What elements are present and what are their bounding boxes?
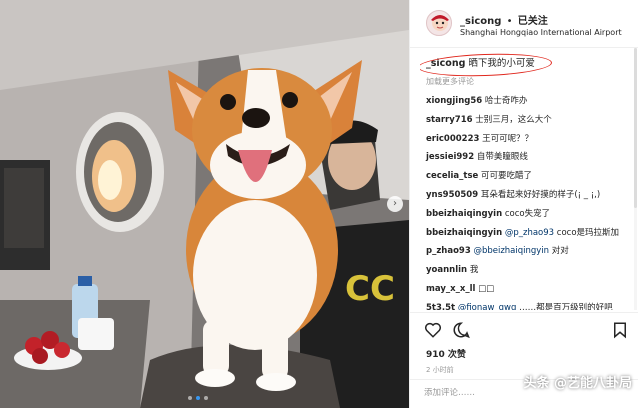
post-location[interactable]: Shanghai Hongqiao International Airport	[460, 28, 622, 37]
comment-text: □□	[478, 283, 495, 294]
post-username[interactable]: _sicong	[460, 16, 501, 27]
separator-dot: •	[506, 16, 513, 27]
comment-row: yns950509 耳朵看起来好好摸的样子(¡ _ ¡,)	[420, 186, 632, 205]
comment-row: may_x_x_ll □□	[420, 280, 632, 299]
comment-text: 士别三月，这么大个	[475, 114, 552, 125]
comment-text: 自带美瞳眼线	[476, 152, 528, 163]
comment-text: coco失宠了	[504, 208, 551, 219]
heart-icon[interactable]	[424, 321, 442, 339]
comment-row: bbeizhaiqingyin coco失宠了	[420, 205, 632, 224]
likes-count[interactable]: 910 次赞	[426, 347, 466, 360]
comment-row: cecelia_tse 可可要吃醋了	[420, 167, 632, 186]
comment-username[interactable]: may_x_x_ll	[426, 284, 475, 294]
comment-row: 5t3.5t @fionaw_qwq ……都是百万级别的好吧	[420, 299, 632, 310]
comment-mention[interactable]: @fionaw_qwq	[458, 303, 517, 310]
comment-username[interactable]: yns950509	[426, 190, 478, 200]
carousel-dots	[188, 396, 208, 400]
comment-text: 王可可呢？？	[482, 133, 534, 144]
comment-mention[interactable]: @bbeizhaiqingyin	[473, 246, 549, 256]
comment-username[interactable]: bbeizhaiqingyin	[426, 228, 502, 238]
post-actions: 910 次赞 2 小时前	[410, 312, 638, 408]
post-header: _sicong • 已关注 Shanghai Hongqiao Internat…	[410, 0, 638, 48]
comment-text: 我	[469, 265, 479, 276]
bookmark-icon[interactable]	[611, 321, 629, 339]
comment-username[interactable]: yoannlin	[426, 265, 467, 275]
comment-text: ……都是百万级别的好吧	[519, 302, 613, 310]
comment-icon[interactable]	[452, 321, 470, 339]
comment-username[interactable]: p_zhao93	[426, 246, 471, 256]
comment-row: eric000223 王可可呢？？	[420, 130, 632, 149]
comment-mention[interactable]: @p_zhao93	[505, 228, 554, 238]
post-caption: _sicong 晒下我的小可爱	[420, 52, 632, 79]
comment-username[interactable]: 5t3.5t	[426, 303, 455, 310]
comment-text: coco是玛拉斯加	[556, 227, 620, 238]
add-comment-input[interactable]	[424, 388, 504, 398]
comment-username[interactable]: starry716	[426, 115, 473, 125]
post-side-panel: _sicong • 已关注 Shanghai Hongqiao Internat…	[409, 0, 638, 408]
post-photo: CC ›	[0, 0, 409, 408]
avatar[interactable]	[426, 10, 452, 36]
comment-username[interactable]: cecelia_tse	[426, 171, 478, 181]
comment-row: bbeizhaiqingyin @p_zhao93 coco是玛拉斯加	[420, 224, 632, 243]
comment-text: 哈士奇咋办	[484, 96, 528, 106]
comment-username[interactable]: jessiei992	[426, 152, 474, 162]
comments-list: _sicong 晒下我的小可爱 加载更多评论 xiongjing56 哈士奇咋办…	[420, 52, 632, 310]
comment-row: yoannlin 我	[420, 261, 632, 280]
load-more-comments[interactable]: 加载更多评论	[420, 76, 632, 92]
avatar-face-icon	[431, 15, 449, 31]
comment-username[interactable]: xiongjing56	[426, 96, 482, 106]
comment-text: 耳朵看起来好好摸的样子(¡ _ ¡,)	[480, 189, 601, 200]
comment-text: 对对	[551, 246, 569, 257]
svg-text:CC: CC	[345, 269, 395, 309]
comment-row: starry716 士别三月，这么大个	[420, 111, 632, 130]
carousel-dot[interactable]	[196, 396, 200, 400]
corgi-photo-illustration: CC	[0, 0, 409, 408]
carousel-dot[interactable]	[204, 396, 208, 400]
comment-row: jessiei992 自带美瞳眼线	[420, 148, 632, 167]
following-button[interactable]: 已关注	[518, 16, 548, 27]
comment-username[interactable]: eric000223	[426, 134, 479, 144]
comment-row: xiongjing56 哈士奇咋办	[420, 92, 632, 111]
watermark: 头条 @艺能八卦局	[523, 376, 632, 391]
comment-text: 可可要吃醋了	[481, 171, 533, 182]
comment-username[interactable]: bbeizhaiqingyin	[426, 209, 502, 219]
carousel-dot[interactable]	[188, 396, 192, 400]
post-time: 2 小时前	[426, 366, 454, 374]
red-annotation-circle	[420, 52, 553, 79]
comments-scrollbar-thumb[interactable]	[634, 48, 637, 208]
comment-row: p_zhao93 @bbeizhaiqingyin 对对	[420, 242, 632, 261]
carousel-next-arrow[interactable]: ›	[387, 196, 403, 212]
